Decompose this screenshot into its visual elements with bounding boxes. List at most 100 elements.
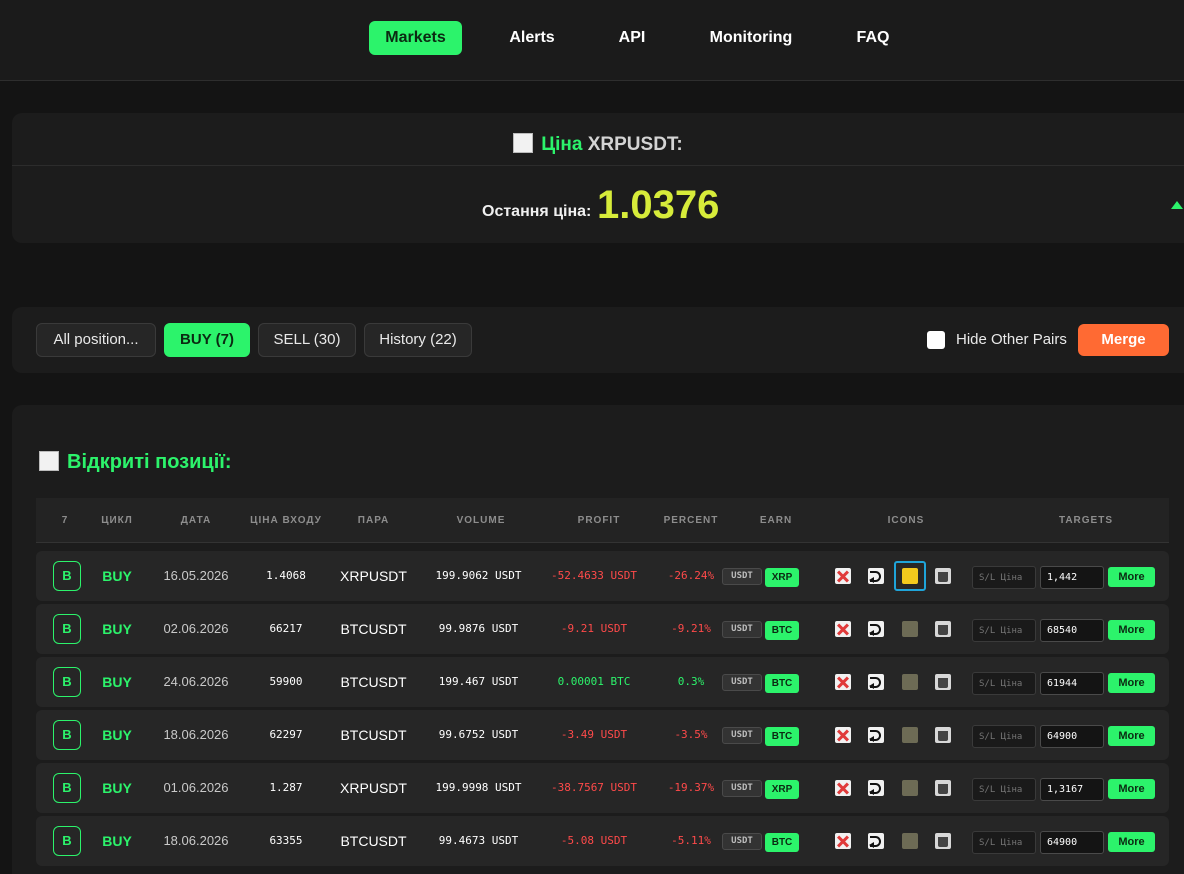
reverse-arrow-icon[interactable] (868, 674, 884, 690)
header-pair: ПАРА (357, 515, 390, 526)
more-button[interactable]: More (1108, 726, 1155, 746)
nav-monitoring[interactable]: Monitoring (704, 21, 798, 55)
cycle-side: BUY (102, 674, 132, 690)
cycle-side: BUY (102, 833, 132, 849)
target-input[interactable] (1040, 778, 1104, 801)
trash-icon[interactable] (935, 833, 951, 849)
more-button[interactable]: More (1108, 567, 1155, 587)
close-position-icon[interactable] (835, 674, 851, 690)
stop-loss-input[interactable] (972, 778, 1036, 801)
position-percent: -3.5% (674, 728, 708, 741)
header-date: ДАТА (180, 515, 212, 526)
buy-badge[interactable]: B (53, 561, 81, 591)
bell-icon[interactable] (902, 833, 918, 849)
trash-icon[interactable] (935, 568, 951, 584)
nav-api[interactable]: API (612, 21, 652, 55)
stop-loss-input[interactable] (972, 566, 1036, 589)
nav-faq[interactable]: FAQ (850, 21, 896, 55)
bell-icon[interactable] (894, 561, 926, 591)
more-button[interactable]: More (1108, 779, 1155, 799)
earn-usdt-tag[interactable]: USDT (722, 780, 762, 797)
nav-markets[interactable]: Markets (369, 21, 462, 55)
header-entry-price: ЦІНА ВХОДУ (250, 515, 322, 526)
earn-coin-tag[interactable]: XRP (765, 780, 799, 799)
filter-sell[interactable]: SELL (30) (258, 323, 356, 357)
chart-down-icon (513, 133, 534, 153)
earn-coin-tag[interactable]: BTC (765, 833, 799, 852)
earn-coin-tag[interactable]: BTC (765, 727, 799, 746)
earn-coin-tag[interactable]: BTC (765, 621, 799, 640)
header-targets: TARGETS (1058, 515, 1114, 526)
entry-price: 59900 (269, 675, 303, 688)
earn-usdt-tag[interactable]: USDT (722, 568, 762, 585)
nav-alerts[interactable]: Alerts (500, 21, 564, 55)
filter-buy[interactable]: BUY (7) (164, 323, 250, 357)
price-title: Ціна XRPUSDT: (12, 133, 1184, 156)
reverse-arrow-icon[interactable] (868, 833, 884, 849)
table-row: B BUY 18.06.2026 62297 BTCUSDT 99.6752 USDT -3… (36, 710, 1169, 760)
close-position-icon[interactable] (835, 780, 851, 796)
position-volume: 99.6752 USDT (438, 728, 519, 741)
target-input[interactable] (1040, 725, 1104, 748)
target-input[interactable] (1040, 619, 1104, 642)
position-percent: 0.3% (677, 675, 705, 688)
earn-usdt-tag[interactable]: USDT (722, 621, 762, 638)
top-navigation: Markets Alerts API Monitoring FAQ (0, 0, 1184, 81)
header-profit: PROFIT (577, 515, 621, 526)
close-position-icon[interactable] (835, 727, 851, 743)
stop-loss-input[interactable] (972, 672, 1036, 695)
buy-badge[interactable]: B (53, 720, 81, 750)
more-button[interactable]: More (1108, 832, 1155, 852)
close-position-icon[interactable] (835, 833, 851, 849)
price-divider (12, 165, 1184, 166)
header-earn: EARN (759, 515, 793, 526)
earn-coin-tag[interactable]: BTC (765, 674, 799, 693)
position-percent: -9.21% (671, 622, 711, 635)
position-profit: -9.21 USDT (560, 622, 628, 635)
stop-loss-input[interactable] (972, 831, 1036, 854)
more-button[interactable]: More (1108, 673, 1155, 693)
bell-icon[interactable] (902, 674, 918, 690)
trend-up-icon (1171, 201, 1183, 209)
position-profit: 0.00001 BTC (557, 675, 631, 688)
hide-other-pairs-checkbox[interactable] (927, 331, 945, 349)
buy-badge[interactable]: B (53, 773, 81, 803)
close-position-icon[interactable] (835, 568, 851, 584)
filter-all-positions[interactable]: All position... (36, 323, 156, 357)
stop-loss-input[interactable] (972, 619, 1036, 642)
more-button[interactable]: More (1108, 620, 1155, 640)
reverse-arrow-icon[interactable] (868, 568, 884, 584)
reverse-arrow-icon[interactable] (868, 727, 884, 743)
trash-icon[interactable] (935, 621, 951, 637)
stop-loss-input[interactable] (972, 725, 1036, 748)
buy-badge[interactable]: B (53, 614, 81, 644)
chart-up-icon (39, 451, 59, 471)
reverse-arrow-icon[interactable] (868, 780, 884, 796)
merge-button[interactable]: Merge (1078, 324, 1169, 356)
target-input[interactable] (1040, 831, 1104, 854)
earn-usdt-tag[interactable]: USDT (722, 727, 762, 744)
table-row: B BUY 18.06.2026 63355 BTCUSDT 99.4673 USDT -5… (36, 816, 1169, 866)
bell-icon[interactable] (902, 621, 918, 637)
bell-icon[interactable] (902, 780, 918, 796)
close-position-icon[interactable] (835, 621, 851, 637)
trash-icon[interactable] (935, 780, 951, 796)
bell-icon[interactable] (902, 727, 918, 743)
trash-icon[interactable] (935, 727, 951, 743)
target-input[interactable] (1040, 672, 1104, 695)
trading-pair: XRPUSDT (340, 780, 407, 796)
price-title-prefix: Ціна (541, 134, 583, 155)
earn-coin-tag[interactable]: XRP (765, 568, 799, 587)
trash-icon[interactable] (935, 674, 951, 690)
filter-history[interactable]: History (22) (364, 323, 472, 357)
earn-usdt-tag[interactable]: USDT (722, 833, 762, 850)
trading-pair: BTCUSDT (340, 674, 407, 690)
buy-badge[interactable]: B (53, 826, 81, 856)
trading-pair: BTCUSDT (340, 833, 407, 849)
buy-badge[interactable]: B (53, 667, 81, 697)
target-input[interactable] (1040, 566, 1104, 589)
table-row: B BUY 01.06.2026 1.287 XRPUSDT 199.9998 USDT -… (36, 763, 1169, 813)
earn-usdt-tag[interactable]: USDT (722, 674, 762, 691)
reverse-arrow-icon[interactable] (868, 621, 884, 637)
position-volume: 99.4673 USDT (438, 834, 519, 847)
